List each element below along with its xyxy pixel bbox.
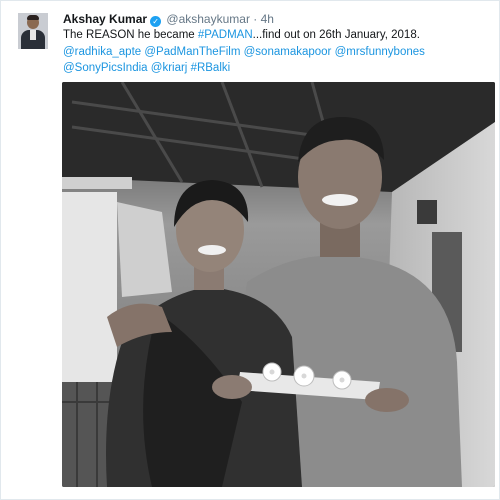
mention-mrsfunnybones[interactable]: @mrsfunnybones <box>335 46 425 58</box>
mention-sonypicsindia[interactable]: @SonyPicsIndia <box>63 62 148 74</box>
avatar[interactable] <box>18 13 48 49</box>
mention-kriarj[interactable]: @kriarj <box>151 62 188 74</box>
mention-sonamakapoor[interactable]: @sonamakapoor <box>244 46 332 58</box>
mention-padmanthefilm[interactable]: @PadManTheFilm <box>144 46 240 58</box>
tweet-text-suffix: ...find out on 26th January, 2018. <box>252 29 420 41</box>
mention-radhika-apte[interactable]: @radhika_apte <box>63 46 141 58</box>
hashtag-padman[interactable]: #PADMAN <box>198 29 253 41</box>
separator-dot: · <box>253 12 258 26</box>
tweet-header: Akshay Kumar ✓ @akshaykumar · 4h <box>63 11 274 27</box>
tweet-photo[interactable] <box>62 82 495 487</box>
tweet-text: The REASON he became #PADMAN...find out … <box>63 27 483 77</box>
hashtag-rbalki[interactable]: #RBalki <box>191 62 231 74</box>
author-name[interactable]: Akshay Kumar <box>63 12 147 26</box>
tweet-line-3: @SonyPicsIndia @kriarj #RBalki <box>63 60 483 77</box>
avatar-hair <box>27 15 39 20</box>
tweet-timestamp[interactable]: 4h <box>261 12 274 26</box>
tweet-line-2: @radhika_apte @PadManTheFilm @sonamakapo… <box>63 44 483 61</box>
tweet-line-1: The REASON he became #PADMAN...find out … <box>63 27 483 44</box>
tweet-card: Akshay Kumar ✓ @akshaykumar · 4h The REAS… <box>0 0 500 500</box>
tweet-text-prefix: The REASON he became <box>63 29 198 41</box>
tweet-photo-image <box>62 82 495 487</box>
verified-badge-icon: ✓ <box>150 16 162 27</box>
author-handle[interactable]: @akshaykumar <box>166 12 250 26</box>
avatar-collar <box>30 30 36 40</box>
